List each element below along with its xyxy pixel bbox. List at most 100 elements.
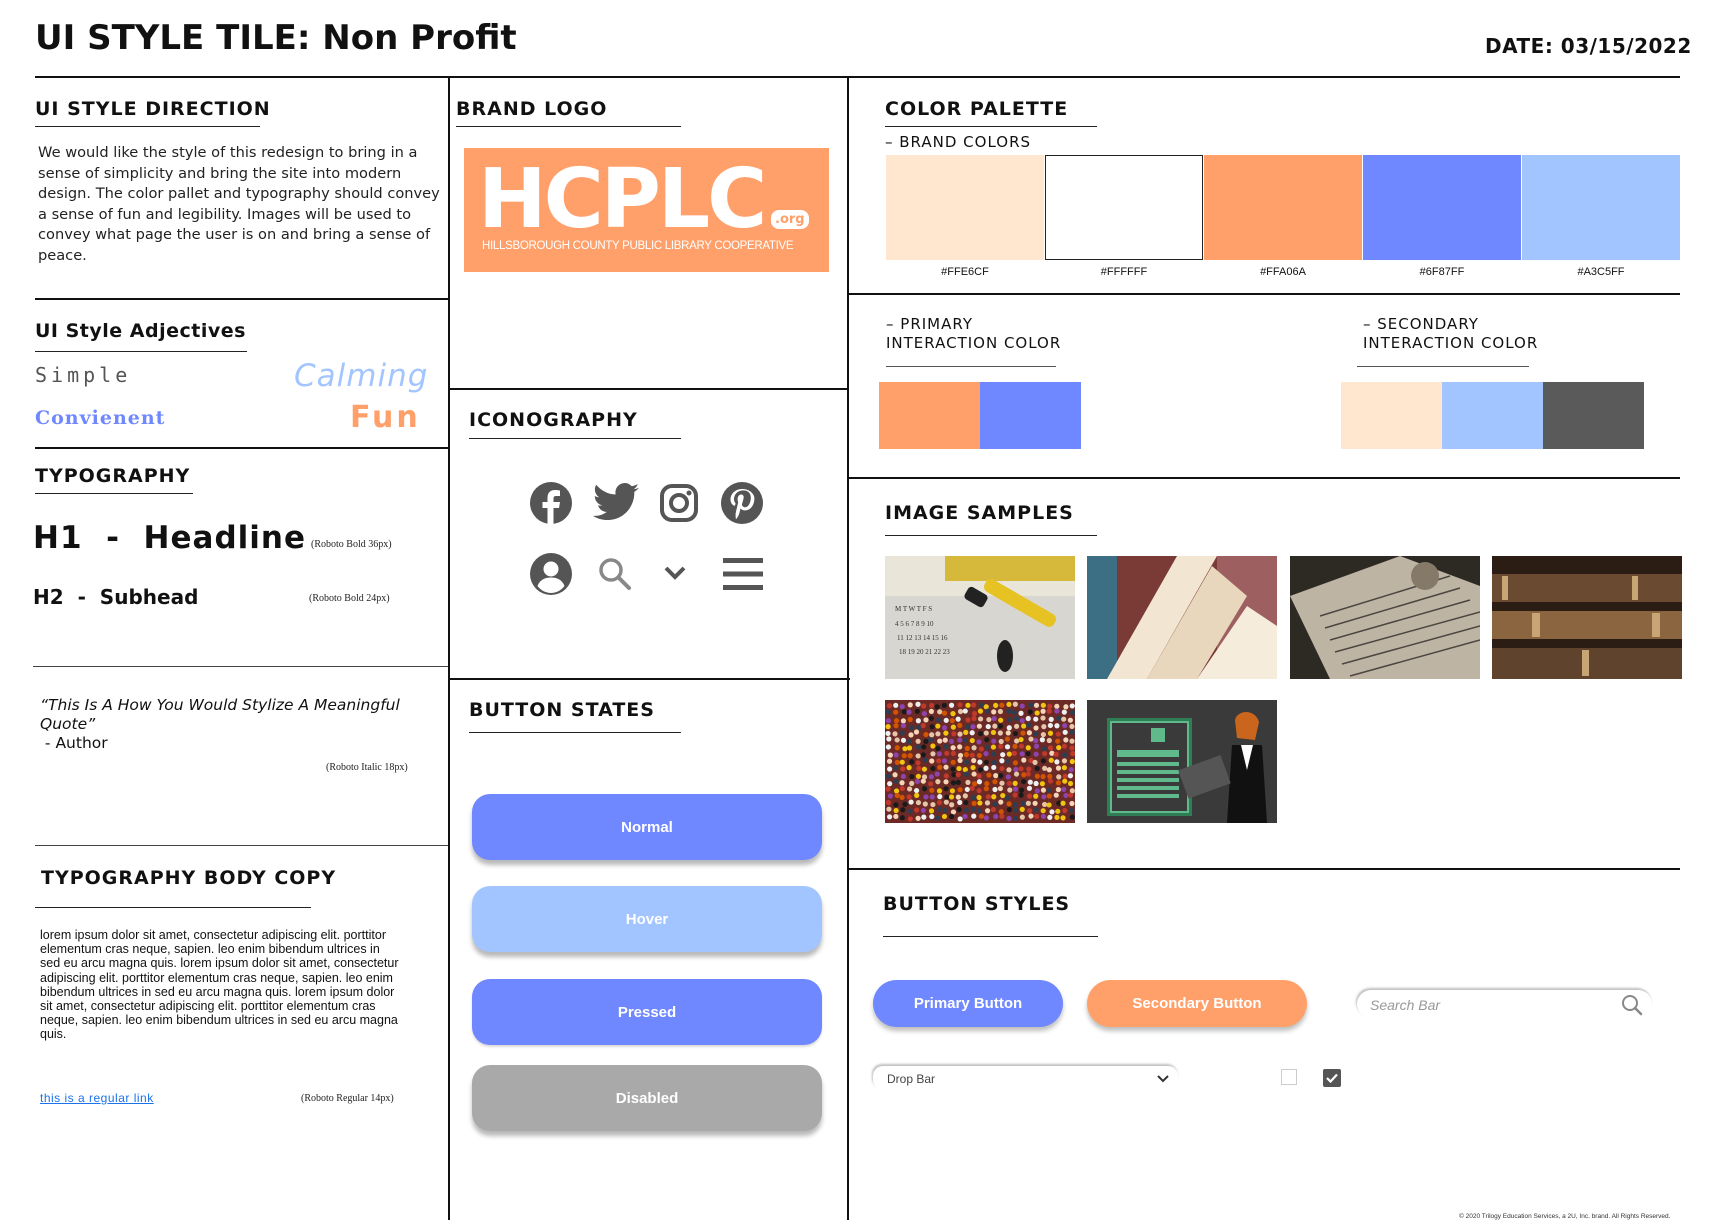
color-palette-heading: COLOR PALETTE <box>885 98 1069 120</box>
crowd-dot <box>965 717 971 723</box>
crowd-dot <box>1041 801 1048 808</box>
crowd-dot <box>1054 708 1060 714</box>
crowd-dot <box>943 799 949 805</box>
crowd-dot <box>1055 787 1061 793</box>
crowd-dot <box>963 752 970 758</box>
column-divider-1 <box>448 78 450 1220</box>
crowd-dot <box>957 737 963 743</box>
crowd-dot <box>970 764 976 771</box>
crowd-dot <box>1012 743 1018 749</box>
hover-button[interactable]: Hover <box>472 886 822 952</box>
crowd-dot <box>1011 709 1017 716</box>
crowd-dot <box>971 771 977 777</box>
primary-button[interactable]: Primary Button <box>873 980 1063 1027</box>
search-bar[interactable]: Search Bar <box>1357 990 1652 1018</box>
crowd-dot <box>1006 751 1012 757</box>
disabled-button: Disabled <box>472 1065 822 1131</box>
crowd-dot <box>1041 746 1048 752</box>
crowd-dot <box>998 799 1004 805</box>
direction-text: We would like the style of this redesign… <box>38 144 440 264</box>
crowd-dot <box>957 702 963 708</box>
crowd-dot <box>990 806 997 813</box>
crowd-dot <box>1006 708 1012 714</box>
divider <box>35 447 448 449</box>
crowd-dot <box>1028 702 1034 708</box>
crowd-dot <box>909 759 915 765</box>
crowd-dot <box>1055 738 1061 744</box>
crowd-dot <box>887 766 893 772</box>
crowd-dot <box>1026 722 1032 728</box>
crowd-dot <box>893 788 900 794</box>
crowd-dot <box>950 766 956 772</box>
crowd-dot <box>1013 715 1020 722</box>
crowd-dot <box>1060 815 1066 821</box>
crowd-dot <box>916 765 922 771</box>
crowd-dot <box>1033 738 1039 744</box>
search-icon[interactable] <box>1621 994 1643 1016</box>
crowd-dot <box>1013 807 1019 814</box>
crowd-dot <box>894 759 900 765</box>
crowd-dot <box>935 731 941 737</box>
crowd-dot <box>899 785 905 792</box>
hex-label: #6F87FF <box>1419 266 1465 278</box>
crowd-dot <box>983 786 989 792</box>
regular-link[interactable]: this is a regular link <box>40 1091 154 1105</box>
checkbox-unchecked[interactable] <box>1281 1069 1297 1085</box>
crowd-dot <box>1025 800 1031 806</box>
quote-note: (Roboto Italic 18px) <box>326 762 408 773</box>
pressed-button[interactable]: Pressed <box>472 979 822 1045</box>
crowd-dot <box>1054 723 1060 729</box>
crowd-dot <box>1019 703 1025 709</box>
crowd-dot <box>1063 792 1069 799</box>
crowd-dot <box>1018 792 1024 798</box>
normal-button[interactable]: Normal <box>472 794 822 860</box>
date-label: DATE: 03/15/2022 <box>1485 34 1692 58</box>
dropdown-select[interactable]: Drop Bar <box>873 1066 1178 1090</box>
crowd-dot <box>1061 786 1067 792</box>
crowd-dot <box>949 718 955 724</box>
crowd-dot <box>971 757 977 764</box>
crowd-dot <box>1033 793 1039 799</box>
crowd-dot <box>997 785 1003 792</box>
crowd-dot <box>944 794 950 800</box>
primary-interaction-label: – PRIMARY INTERACTION COLOR <box>886 315 1061 353</box>
crowd-dot <box>971 745 977 751</box>
crowd-dot <box>1005 774 1011 780</box>
swatch-ffe6cf <box>886 155 1044 260</box>
crowd-dot <box>1033 780 1039 787</box>
swatch-ffa06a <box>1204 155 1362 260</box>
crowd-dot <box>1060 800 1066 806</box>
crowd-dot <box>1067 780 1074 787</box>
label-underline <box>886 366 1056 367</box>
crowd-dot <box>907 753 913 759</box>
adjective-simple: Simple <box>35 363 132 387</box>
crowd-dot <box>934 815 940 821</box>
crowd-dot <box>936 758 942 764</box>
secondary-interaction-label: – SECONDARY INTERACTION COLOR <box>1363 315 1538 353</box>
adjective-calming: Calming <box>294 358 429 394</box>
crowd-dot <box>971 702 977 708</box>
crowd-dot <box>1004 794 1011 801</box>
primary-swatch-blue <box>980 382 1081 449</box>
crowd-dot <box>1012 760 1019 766</box>
crowd-dot <box>936 799 943 806</box>
secondary-button[interactable]: Secondary Button <box>1087 980 1307 1027</box>
crowd-dot <box>992 779 998 785</box>
crowd-dot <box>1047 814 1053 820</box>
crowd-dot <box>1069 738 1075 744</box>
crowd-dot <box>999 780 1005 786</box>
brand-colors-label: – BRAND COLORS <box>885 133 1032 151</box>
crowd-dot <box>941 758 948 764</box>
crowd-dot <box>1012 780 1018 786</box>
checkbox-checked[interactable] <box>1323 1069 1341 1087</box>
crowd-dot <box>993 773 999 779</box>
crowd-dot <box>886 806 892 812</box>
crowd-dot <box>1054 703 1060 709</box>
crowd-dot <box>893 709 899 715</box>
open-book-pages-image <box>1087 556 1277 679</box>
crowd-dot <box>971 710 978 717</box>
resume-illustration-image <box>1087 700 1277 823</box>
quote-author: - Author <box>40 734 108 752</box>
crowd-dot <box>887 752 893 758</box>
crowd-dot <box>885 718 891 724</box>
